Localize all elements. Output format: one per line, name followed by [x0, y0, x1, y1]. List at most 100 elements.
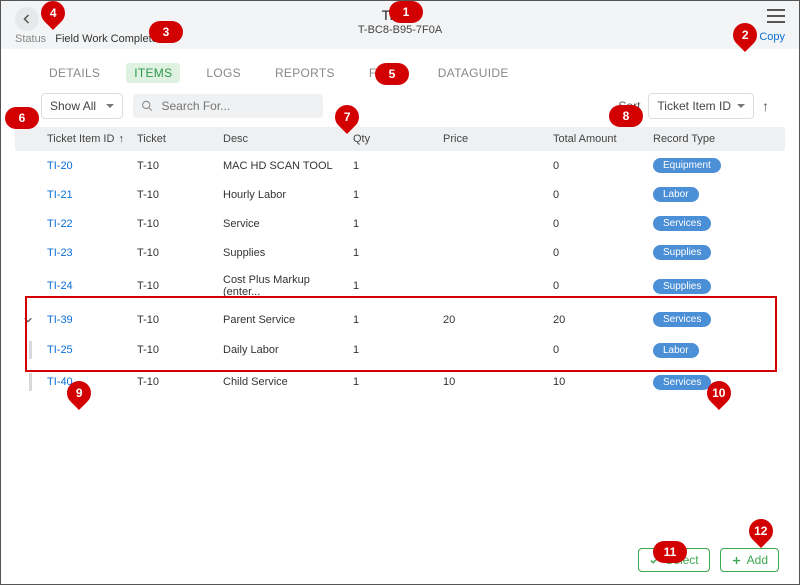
status-value: Field Work Complete [55, 33, 158, 45]
cell-qty: 1 [347, 314, 437, 326]
cell-ticket: T-10 [131, 218, 217, 230]
sort-direction-toggle[interactable]: ↑ [762, 98, 769, 114]
ticket-item-link[interactable]: TI-22 [47, 218, 73, 230]
chevron-left-icon [21, 13, 33, 25]
table-row[interactable]: TI-21T-10Hourly Labor10Labor [15, 180, 785, 209]
cell-total: 0 [547, 344, 647, 356]
filter-bar: Show All Sort Ticket Item ID ↑ [1, 91, 799, 127]
search-input[interactable] [159, 98, 315, 114]
tab-bar: DETAILS ITEMS LOGS REPORTS FILES DATAGUI… [1, 49, 799, 91]
table-header: Ticket Item ID↑ Ticket Desc Qty Price To… [15, 127, 785, 151]
cell-total: 0 [547, 189, 647, 201]
cell-ticket: T-10 [131, 376, 217, 388]
cell-qty: 1 [347, 280, 437, 292]
col-total[interactable]: Total Amount [547, 133, 647, 145]
check-icon [649, 555, 660, 566]
table-row[interactable]: TI-23T-10Supplies10Supplies [15, 238, 785, 267]
col-qty[interactable]: Qty [347, 133, 437, 145]
copy-link[interactable]: Copy [759, 31, 785, 43]
filter-dropdown[interactable]: Show All [41, 93, 123, 119]
tab-details[interactable]: DETAILS [41, 63, 108, 83]
col-id[interactable]: Ticket Item ID↑ [41, 133, 131, 145]
header-bar: Ticket T-BC8-B95-7F0A Copy Status Field … [1, 1, 799, 49]
cell-desc: Supplies [217, 247, 347, 259]
cell-desc: Parent Service [217, 314, 347, 326]
search-box[interactable] [133, 94, 323, 118]
tab-reports[interactable]: REPORTS [267, 63, 343, 83]
tab-logs[interactable]: LOGS [198, 63, 249, 83]
cell-ticket: T-10 [131, 247, 217, 259]
record-type-badge: Services [653, 375, 711, 390]
tab-dataguide[interactable]: DATAGUIDE [430, 63, 517, 83]
cell-desc: Child Service [217, 376, 347, 388]
cell-total: 0 [547, 218, 647, 230]
col-type[interactable]: Record Type [647, 133, 757, 145]
select-button[interactable]: Select [638, 548, 709, 572]
ticket-item-link[interactable]: TI-20 [47, 160, 73, 172]
cell-type: Supplies [647, 245, 757, 260]
record-type-badge: Services [653, 216, 711, 231]
expand-cell [15, 373, 41, 391]
callout-12: 12 [744, 514, 778, 548]
col-ticket[interactable]: Ticket [131, 133, 217, 145]
cell-total: 0 [547, 160, 647, 172]
cell-total: 20 [547, 314, 647, 326]
table-row[interactable]: TI-24T-10Cost Plus Markup (enter...10Sup… [15, 267, 785, 305]
ticket-item-link[interactable]: TI-24 [47, 280, 73, 292]
cell-desc: Hourly Labor [217, 189, 347, 201]
expand-cell [15, 341, 41, 359]
record-type-badge: Labor [653, 187, 699, 202]
cell-qty: 1 [347, 218, 437, 230]
cell-qty: 1 [347, 247, 437, 259]
cell-total: 0 [547, 280, 647, 292]
search-icon [141, 99, 153, 113]
cell-ticket: T-10 [131, 314, 217, 326]
table-row[interactable]: TI-40T-10Child Service11010Services [15, 366, 785, 398]
cell-ticket: T-10 [131, 344, 217, 356]
cell-type: Services [647, 375, 757, 390]
record-type-badge: Supplies [653, 279, 711, 294]
cell-total: 0 [547, 247, 647, 259]
status-label: Status [15, 33, 46, 45]
cell-type: Services [647, 312, 757, 327]
table-row[interactable]: TI-22 T-10Service1 0 Services [15, 209, 785, 238]
tab-items[interactable]: ITEMS [126, 63, 180, 83]
cell-type: Supplies [647, 279, 757, 294]
ticket-item-link[interactable]: TI-40 [47, 376, 73, 388]
cell-price: 20 [437, 314, 547, 326]
plus-icon [731, 555, 742, 566]
ticket-item-link[interactable]: TI-39 [47, 314, 73, 326]
tab-files[interactable]: FILES [361, 63, 412, 83]
record-type-badge: Labor [653, 343, 699, 358]
record-type-badge: Equipment [653, 158, 721, 173]
cell-desc: Daily Labor [217, 344, 347, 356]
page-title: Ticket [13, 7, 787, 24]
sort-dropdown[interactable]: Ticket Item ID [648, 93, 754, 119]
table-row[interactable]: TI-20T-10MAC HD SCAN TOOL10Equipment [15, 151, 785, 180]
col-desc[interactable]: Desc [217, 133, 347, 145]
cell-ticket: T-10 [131, 160, 217, 172]
ticket-item-link[interactable]: TI-23 [47, 247, 73, 259]
record-type-badge: Supplies [653, 245, 711, 260]
sort-label: Sort [618, 99, 640, 113]
add-button[interactable]: Add [720, 548, 779, 572]
table-body: TI-20T-10MAC HD SCAN TOOL10EquipmentTI-2… [15, 151, 785, 398]
back-button[interactable] [15, 7, 39, 31]
cell-desc: Service [217, 218, 347, 230]
items-table: Ticket Item ID↑ Ticket Desc Qty Price To… [15, 127, 785, 398]
ticket-item-link[interactable]: TI-25 [47, 344, 73, 356]
cell-total: 10 [547, 376, 647, 388]
table-row[interactable]: TI-25 T-10Daily Labor1 0 Labor [15, 334, 785, 366]
table-row[interactable]: TI-39T-10Parent Service12020Services [15, 305, 785, 334]
ticket-item-link[interactable]: TI-21 [47, 189, 73, 201]
cell-type: Labor [647, 187, 757, 202]
cell-type: Equipment [647, 158, 757, 173]
cell-ticket: T-10 [131, 280, 217, 292]
cell-qty: 1 [347, 344, 437, 356]
menu-button[interactable] [767, 9, 785, 23]
cell-qty: 1 [347, 376, 437, 388]
cell-price: 10 [437, 376, 547, 388]
record-type-badge: Services [653, 312, 711, 327]
col-price[interactable]: Price [437, 133, 547, 145]
expand-cell[interactable] [15, 315, 41, 325]
